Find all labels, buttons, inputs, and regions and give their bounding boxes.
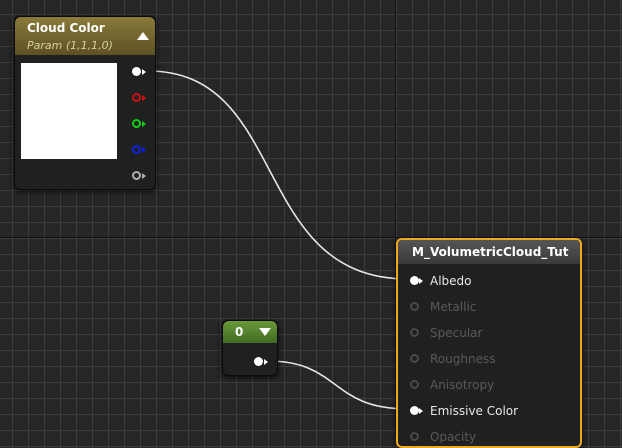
pin-a-arrow-icon xyxy=(142,173,146,179)
input-label-albedo: Albedo xyxy=(430,274,472,288)
input-label-opacity: Opacity xyxy=(430,430,477,444)
cloud-color-header[interactable]: Cloud Color Param (1,1,1,0) xyxy=(15,17,155,55)
input-label-anisotropy: Anisotropy xyxy=(430,378,495,392)
pin-rgb-arrow-icon xyxy=(142,69,146,75)
pin-g-arrow-icon xyxy=(142,121,146,127)
albedo-pin-arrow-icon xyxy=(419,278,423,284)
emissive-input-pin[interactable] xyxy=(410,406,419,415)
constant-output-arrow-icon xyxy=(264,359,268,365)
color-swatch[interactable] xyxy=(21,63,117,159)
pin-rgb-output[interactable] xyxy=(132,67,141,76)
albedo-input-pin[interactable] xyxy=(410,276,419,285)
expand-arrow-icon[interactable] xyxy=(259,328,271,336)
pin-r-arrow-icon xyxy=(142,95,146,101)
roughness-input-pin[interactable] xyxy=(410,354,419,363)
anisotropy-input-pin[interactable] xyxy=(410,380,419,389)
wire-constant-to-emissive[interactable] xyxy=(267,360,409,410)
input-label-emissive-color: Emissive Color xyxy=(430,404,519,418)
opacity-input-pin[interactable] xyxy=(410,432,419,441)
specular-input-pin[interactable] xyxy=(410,328,419,337)
pin-b-arrow-icon xyxy=(142,147,146,153)
pin-a-output[interactable] xyxy=(132,171,141,180)
collapse-arrow-icon[interactable] xyxy=(137,32,149,40)
constant-node[interactable]: 0 xyxy=(222,320,278,376)
constant-output-pin[interactable] xyxy=(254,357,263,366)
constant-header[interactable]: 0 xyxy=(223,321,277,343)
input-label-metallic: Metallic xyxy=(430,300,477,314)
emissive-pin-arrow-icon xyxy=(419,408,423,414)
constant-value: 0 xyxy=(235,325,244,339)
node-title: Cloud Color xyxy=(27,21,105,35)
pin-b-output[interactable] xyxy=(132,145,141,154)
input-label-roughness: Roughness xyxy=(430,352,496,366)
cloud-color-node[interactable]: Cloud Color Param (1,1,1,0) xyxy=(14,16,156,190)
material-title: M_VolumetricCloud_Tut xyxy=(412,245,569,259)
input-label-specular: Specular xyxy=(430,326,483,340)
pin-r-output[interactable] xyxy=(132,93,141,102)
metallic-input-pin[interactable] xyxy=(410,302,419,311)
wire-cloud-to-albedo[interactable] xyxy=(147,70,409,280)
node-subtitle: Param (1,1,1,0) xyxy=(27,39,113,52)
material-result-node[interactable]: M_VolumetricCloud_Tut Albedo Metallic Sp… xyxy=(396,238,582,448)
material-header[interactable]: M_VolumetricCloud_Tut xyxy=(398,240,580,264)
pin-g-output[interactable] xyxy=(132,119,141,128)
